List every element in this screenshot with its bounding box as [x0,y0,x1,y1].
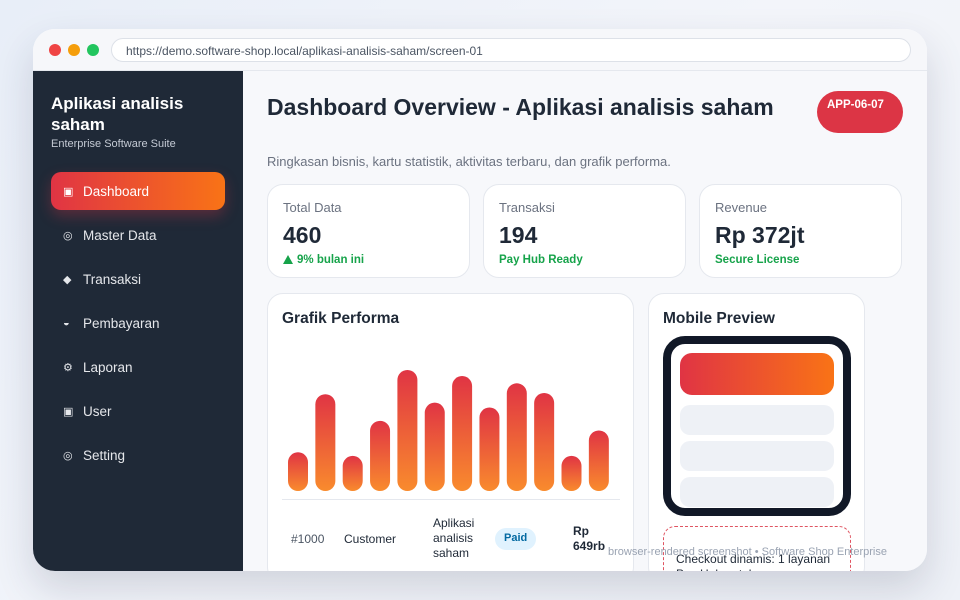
master-data-icon: ◎ [63,229,73,242]
brand-title: Aplikasi analisis saham [51,94,184,134]
brand-subtitle: Enterprise Software Suite [51,138,176,150]
chart-bar [534,392,555,491]
browser-window: https://demo.software-shop.local/aplikas… [33,29,927,571]
chart-bar [370,420,391,491]
transaksi-icon: ◆ [63,273,72,286]
stat-label: Revenue [715,200,768,215]
chart-card: Grafik Performa #1000 Customer Aplikasi … [267,293,634,571]
sidebar-item-label: User [83,403,112,419]
performance-bar-chart [288,370,609,491]
stat-trend: 9% bulan ini [283,254,454,266]
pembayaran-icon: ◒ [63,317,70,329]
chart-bar [424,402,445,491]
dashboard-icon: ▣ [63,185,74,198]
phone-list-item [680,477,834,507]
chart-bar [506,383,527,491]
sidebar: Aplikasi analisis saham Enterprise Softw… [33,71,243,571]
trend-up-icon [283,255,293,264]
stat-value: Rp 372jt [715,222,805,248]
stat-value: 194 [499,222,538,248]
mobile-preview-title: Mobile Preview [663,310,775,327]
stat-value: 460 [283,222,322,248]
browser-titlebar: https://demo.software-shop.local/aplikas… [33,29,927,71]
chart-bar [397,370,418,491]
stat-label: Total Data [283,200,342,215]
maximize-window-button[interactable] [87,44,99,56]
stat-note: Pay Hub Ready [499,254,583,266]
stat-label: Transaksi [499,200,555,215]
sidebar-item-setting[interactable]: ◎ Setting [51,436,225,474]
stat-trend-text: 9% bulan ini [297,254,365,266]
sidebar-nav: ▣ Dashboard ◎ Master Data ◆ Transaksi ◒ Pembaya… [51,172,225,480]
sidebar-item-laporan[interactable]: ⚙ Laporan [51,348,225,386]
sidebar-item-pembayaran[interactable]: ◒ Pembayaran [51,304,225,342]
page-subtitle: Ringkasan bisnis, kartu statistik, aktiv… [267,154,671,169]
sidebar-item-label: Pembayaran [83,315,160,331]
product-name: Aplikasi analisis saham [433,516,475,560]
stat-card-revenue: Revenue Rp 372jt Secure License [699,184,902,278]
main-content: Dashboard Overview - Aplikasi analisis s… [243,71,927,571]
stat-card-total-data: Total Data 460 9% bulan ini [267,184,470,278]
chart-bar [588,430,609,491]
chart-title: Grafik Performa [282,310,400,327]
sidebar-item-dashboard[interactable]: ▣ Dashboard [51,172,225,210]
phone-list-item [680,405,834,435]
user-icon: ▣ [63,405,74,418]
minimize-window-button[interactable] [68,44,80,56]
customer-name: Customer [344,532,397,546]
table-divider [282,499,620,500]
sidebar-item-label: Laporan [83,359,133,375]
footer-caption: browser-rendered screenshot • Software S… [608,546,887,558]
order-id: #1000 [291,532,325,546]
sidebar-item-user[interactable]: ▣ User [51,392,225,430]
page-title: Dashboard Overview - Aplikasi analisis s… [267,94,774,120]
status-badge: Paid [495,528,537,550]
phone-mockup [663,336,851,516]
laporan-icon: ⚙ [63,361,73,374]
stat-card-transaksi: Transaksi 194 Pay Hub Ready [483,184,686,278]
stat-note: Secure License [715,254,800,266]
chart-bar [561,455,582,491]
sidebar-item-master-data[interactable]: ◎ Master Data [51,216,225,254]
chart-bar [288,452,308,491]
sidebar-item-transaksi[interactable]: ◆ Transaksi [51,260,225,298]
sidebar-item-label: Setting [83,447,126,463]
address-bar[interactable]: https://demo.software-shop.local/aplikas… [111,38,911,62]
chart-bar [315,394,336,491]
sidebar-item-label: Dashboard [83,183,150,199]
sidebar-item-label: Transaksi [83,271,142,287]
close-window-button[interactable] [49,44,61,56]
chart-bar [452,376,473,491]
app-id-badge: APP-06-07 [817,91,903,133]
mobile-preview-card: Mobile Preview Checkout dinamis: 1 layan… [648,293,865,571]
setting-icon: ◎ [63,449,73,462]
sidebar-item-label: Master Data [83,227,157,243]
chart-bar [479,407,500,491]
chart-bar [342,455,363,491]
phone-hero-bar [680,353,834,395]
phone-list-item [680,441,834,471]
